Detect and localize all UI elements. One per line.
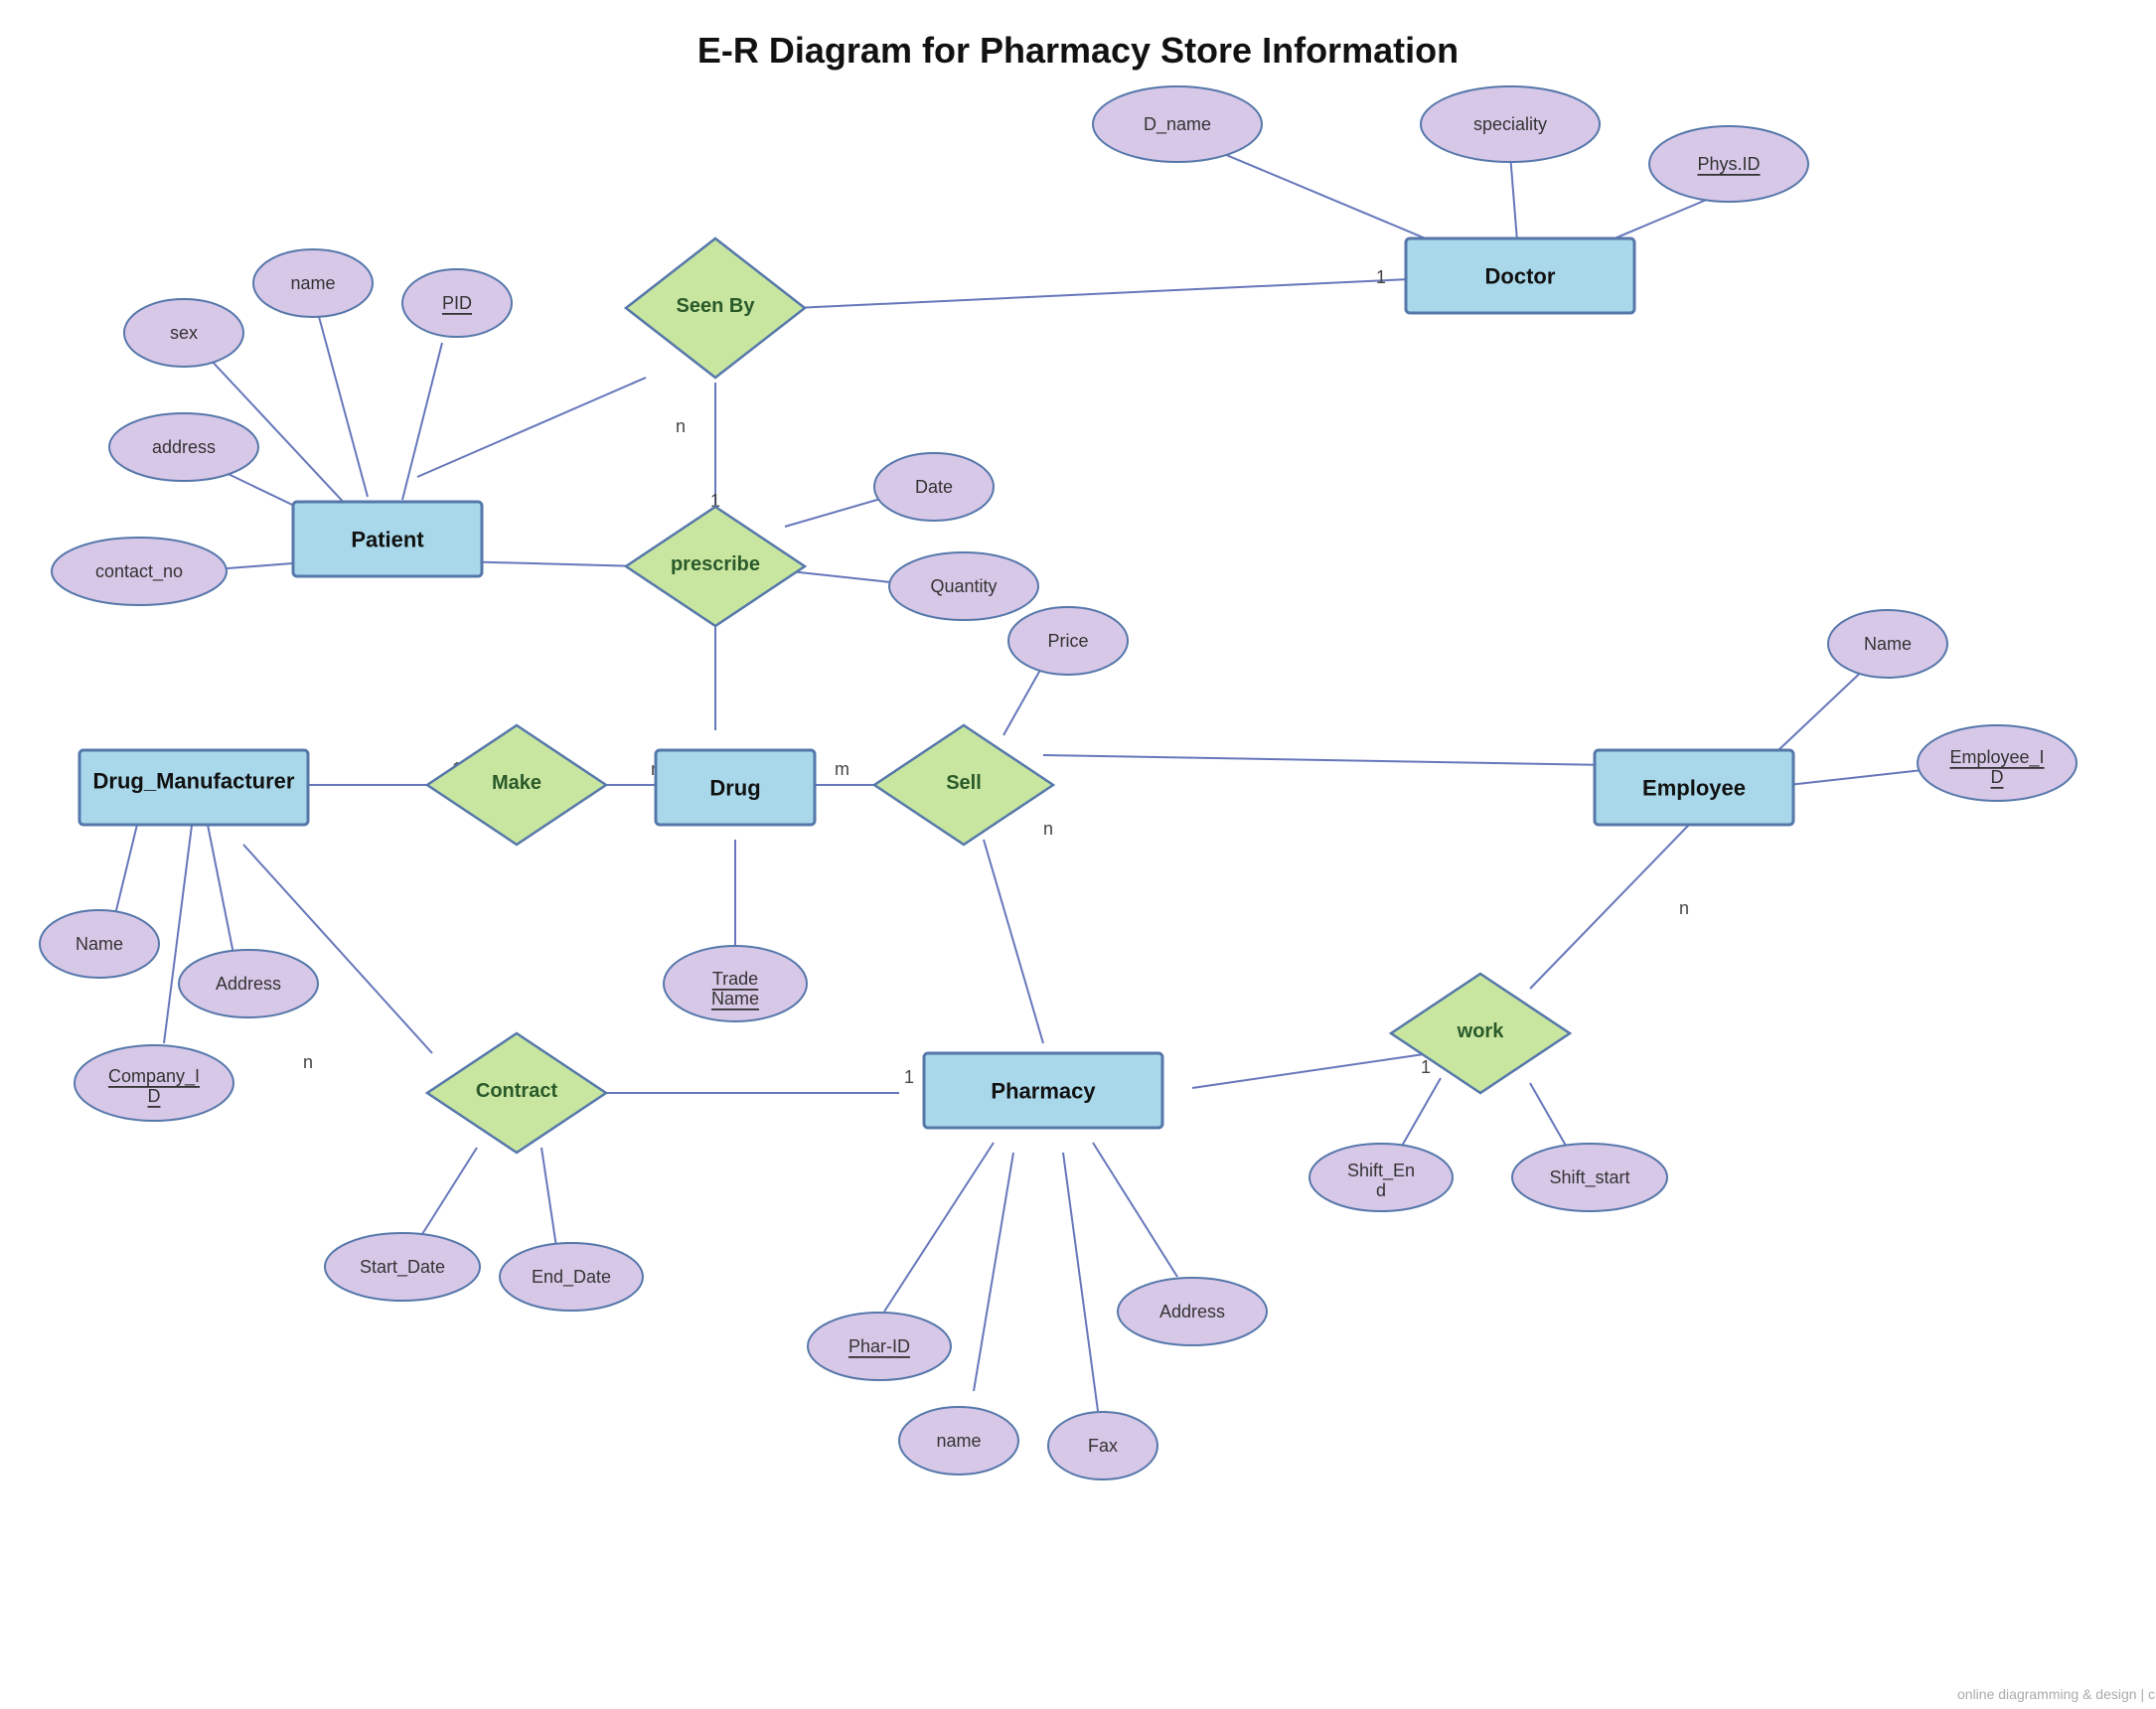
attr-company-id-label2: D bbox=[148, 1086, 161, 1106]
attr-trade-name-label: Trade bbox=[712, 969, 758, 989]
attr-end-date-label: End_Date bbox=[532, 1267, 611, 1288]
attr-shift-start-label: Shift_start bbox=[1549, 1167, 1629, 1188]
attr-shift-end-label1: Shift_En bbox=[1347, 1161, 1415, 1181]
card-work-emp-n: n bbox=[1679, 898, 1689, 918]
attr-quantity-label: Quantity bbox=[930, 576, 997, 596]
card-sell-pharm-n: n bbox=[1043, 819, 1053, 839]
card-contract-mfr-n: n bbox=[303, 1052, 313, 1072]
attr-phar-name-label: name bbox=[936, 1431, 981, 1451]
attr-phys-id-label: Phys.ID bbox=[1697, 154, 1760, 174]
attr-patient-address-label: address bbox=[152, 437, 216, 457]
watermark: online diagramming & design | creately.c… bbox=[1957, 1686, 2156, 1702]
attr-fax-label: Fax bbox=[1088, 1436, 1118, 1456]
attr-start-date-label: Start_Date bbox=[360, 1257, 445, 1278]
attr-phar-id-label: Phar-ID bbox=[848, 1336, 910, 1356]
attr-trade-name-label2: Name bbox=[711, 989, 759, 1009]
card-seen-by-1: 1 bbox=[1376, 267, 1386, 287]
relation-make-label: Make bbox=[492, 772, 541, 794]
relation-sell-label: Sell bbox=[946, 772, 982, 794]
attr-sex-label: sex bbox=[170, 323, 198, 343]
entity-patient-label: Patient bbox=[351, 528, 424, 552]
er-diagram-svg: 1 n 1 1 1 n m n n 1 n 1 n Doctor Patient… bbox=[0, 0, 2156, 1709]
attr-emp-name-label: Name bbox=[1864, 634, 1912, 654]
attr-mfr-address-label: Address bbox=[216, 974, 281, 994]
relation-work-label: work bbox=[1457, 1020, 1505, 1042]
card-contract-pharm-1: 1 bbox=[904, 1067, 914, 1087]
attr-speciality-label: speciality bbox=[1473, 114, 1547, 134]
entity-pharmacy-label: Pharmacy bbox=[991, 1079, 1096, 1104]
attr-employee-id-label2: D bbox=[1991, 767, 2004, 787]
attr-pid-label: PID bbox=[442, 293, 472, 313]
card-sell-m: m bbox=[835, 759, 849, 779]
diagram-container: E-R Diagram for Pharmacy Store Informati… bbox=[0, 0, 2156, 1709]
attr-employee-id-label1: Employee_I bbox=[1949, 747, 2044, 768]
attr-contact-no-label: contact_no bbox=[95, 561, 183, 582]
attr-d-name-label: D_name bbox=[1144, 114, 1211, 135]
attr-date-label: Date bbox=[915, 477, 953, 497]
attr-mfr-name-label: Name bbox=[76, 934, 123, 954]
attr-phar-address-label: Address bbox=[1159, 1302, 1225, 1321]
relation-contract-label: Contract bbox=[476, 1080, 558, 1102]
entity-drug-label: Drug bbox=[709, 776, 760, 801]
entity-employee-label: Employee bbox=[1642, 776, 1746, 801]
attr-shift-end-label2: d bbox=[1376, 1180, 1386, 1200]
attr-price-label: Price bbox=[1047, 631, 1088, 651]
attr-patient-name-label: name bbox=[290, 273, 335, 293]
entity-doctor-label: Doctor bbox=[1485, 264, 1556, 289]
relation-prescribe-label: prescribe bbox=[671, 553, 760, 575]
attr-company-id-label1: Company_I bbox=[108, 1066, 200, 1087]
entity-drug-manufacturer-label: Drug_Manufacturer bbox=[93, 769, 295, 794]
relation-seen-by-label: Seen By bbox=[677, 295, 756, 317]
card-seen-by-n: n bbox=[676, 416, 686, 436]
